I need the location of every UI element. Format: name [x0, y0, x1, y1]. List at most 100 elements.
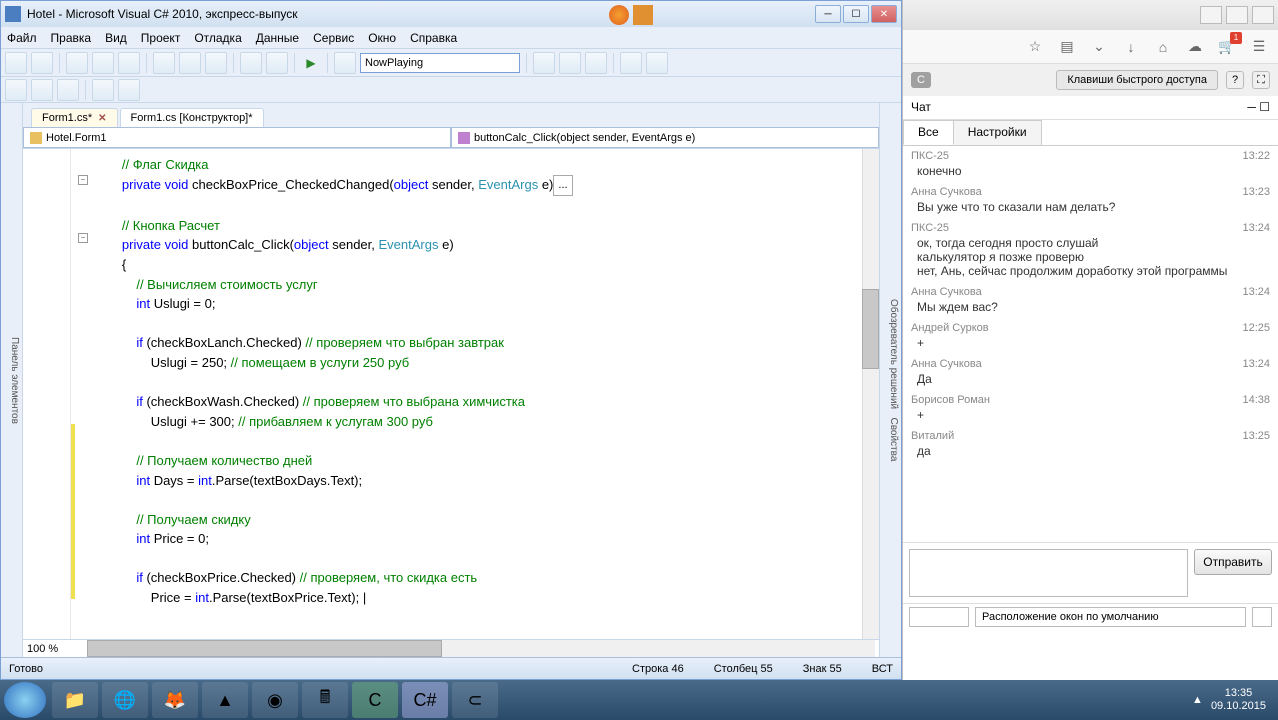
chat-message[interactable]: Андрей Сурков12:25+	[903, 320, 1278, 356]
tool-button-2[interactable]	[559, 52, 581, 74]
add-item-button[interactable]	[31, 52, 53, 74]
taskbar-vlc[interactable]: ▲	[202, 682, 248, 718]
browser-min-button[interactable]	[1200, 6, 1222, 24]
close-button[interactable]: ✕	[871, 5, 897, 23]
outline-toggle-2[interactable]: −	[78, 233, 88, 243]
taskbar-vs[interactable]: C#	[402, 682, 448, 718]
hotkey-button[interactable]: Клавиши быстрого доступа	[1056, 70, 1218, 90]
layout-combo[interactable]: Расположение окон по умолчанию	[975, 607, 1246, 627]
tool-button-1[interactable]	[533, 52, 555, 74]
taskbar-camtasia[interactable]: C	[352, 682, 398, 718]
help-button[interactable]: ?	[1226, 71, 1244, 89]
chat-tab-settings[interactable]: Настройки	[953, 120, 1042, 145]
paste-button[interactable]	[205, 52, 227, 74]
chat-time: 13:25	[1242, 430, 1270, 442]
tb2-button-1[interactable]	[5, 79, 27, 101]
cart-icon[interactable]: 🛒1	[1218, 38, 1236, 56]
scrollbar-thumb[interactable]	[862, 289, 879, 369]
new-project-button[interactable]	[5, 52, 27, 74]
taskbar-firefox[interactable]: 🦊	[152, 682, 198, 718]
config-combo[interactable]: NowPlaying	[360, 53, 520, 73]
menu-project[interactable]: Проект	[141, 31, 181, 45]
menu-icon[interactable]: ☰	[1250, 38, 1268, 56]
tab-form1-cs[interactable]: Form1.cs* ✕	[31, 108, 118, 127]
chat-message[interactable]: Виталий13:25да	[903, 428, 1278, 464]
menu-view[interactable]: Вид	[105, 31, 127, 45]
chat-minimize-icon[interactable]: ─ ☐	[1247, 100, 1270, 115]
code-editor[interactable]: − − // Флаг Скидка private void checkBox…	[23, 149, 879, 639]
minimize-button[interactable]: ─	[815, 5, 841, 23]
menu-file[interactable]: Файл	[7, 31, 37, 45]
menu-service[interactable]: Сервис	[313, 31, 354, 45]
taskbar-aimp[interactable]: ◉	[252, 682, 298, 718]
tool-button-3[interactable]	[585, 52, 607, 74]
send-button[interactable]: Отправить	[1194, 549, 1272, 575]
footer-combo-1[interactable]	[909, 607, 969, 627]
chat-input[interactable]	[909, 549, 1188, 597]
tool-button-5[interactable]	[646, 52, 668, 74]
start-button[interactable]	[4, 682, 46, 718]
menu-help[interactable]: Справка	[410, 31, 457, 45]
firefox-icon[interactable]	[609, 5, 629, 25]
system-tray[interactable]: ▲ 13:35 09.10.2015	[1192, 687, 1274, 713]
maximize-button[interactable]: ☐	[843, 5, 869, 23]
chat-icon[interactable]: ☁	[1186, 38, 1204, 56]
tab-form1-designer[interactable]: Form1.cs [Конструктор]*	[120, 108, 264, 127]
tool-button-4[interactable]	[620, 52, 642, 74]
chat-message[interactable]: Анна Сучкова13:24Мы ждем вас?	[903, 284, 1278, 320]
menu-debug[interactable]: Отладка	[194, 31, 241, 45]
chat-message[interactable]: ПКС-2513:24ок, тогда сегодня просто слуш…	[903, 220, 1278, 284]
taskbar-explorer[interactable]: 📁	[52, 682, 98, 718]
taskbar-camtasia2[interactable]: ⊂	[452, 682, 498, 718]
download-icon[interactable]: ↓	[1122, 38, 1140, 56]
tb2-button-5[interactable]	[118, 79, 140, 101]
hscroll-thumb[interactable]	[87, 640, 442, 657]
redo-button[interactable]	[266, 52, 288, 74]
browser-max-button[interactable]	[1226, 6, 1248, 24]
tray-flag-icon[interactable]: ▲	[1192, 694, 1203, 706]
browser-close-button[interactable]	[1252, 6, 1274, 24]
chat-time: 13:24	[1242, 286, 1270, 298]
footer-button[interactable]	[1252, 607, 1272, 627]
cut-button[interactable]	[153, 52, 175, 74]
menu-window[interactable]: Окно	[368, 31, 396, 45]
chat-tab-all[interactable]: Все	[903, 120, 954, 145]
tb2-button-3[interactable]	[57, 79, 79, 101]
star-icon[interactable]: ☆	[1026, 38, 1044, 56]
toolbox-panel-tab[interactable]: Панель элементов	[1, 103, 23, 657]
chat-messages[interactable]: ПКС-2513:22конечноАнна Сучкова13:23Вы уж…	[903, 146, 1278, 542]
save-button[interactable]	[92, 52, 114, 74]
close-tab-icon[interactable]: ✕	[98, 113, 106, 124]
list-icon[interactable]: ▤	[1058, 38, 1076, 56]
horizontal-scrollbar[interactable]	[87, 640, 875, 657]
undo-button[interactable]	[240, 52, 262, 74]
config-button[interactable]	[334, 52, 356, 74]
open-button[interactable]	[66, 52, 88, 74]
solution-explorer-tab[interactable]: Обозреватель решений Свойства	[879, 103, 901, 657]
tray-date: 09.10.2015	[1211, 700, 1266, 713]
browser-topbar	[903, 0, 1278, 30]
pocket-icon[interactable]: ⌄	[1090, 38, 1108, 56]
method-dropdown[interactable]: buttonCalc_Click(object sender, EventArg…	[451, 127, 879, 148]
save-all-button[interactable]	[118, 52, 140, 74]
chat-message[interactable]: ПКС-2513:22конечно	[903, 148, 1278, 184]
taskbar-calc[interactable]: 🖩	[302, 682, 348, 718]
menu-edit[interactable]: Правка	[51, 31, 92, 45]
notification-icon[interactable]	[633, 5, 653, 25]
titlebar[interactable]: Hotel - Microsoft Visual C# 2010, экспре…	[1, 1, 901, 27]
zoom-level[interactable]: 100 %	[23, 643, 83, 655]
chat-message[interactable]: Борисов Роман14:38+	[903, 392, 1278, 428]
outline-toggle-1[interactable]: −	[78, 175, 88, 185]
run-button[interactable]: ▶	[301, 53, 321, 73]
vertical-scrollbar[interactable]	[862, 149, 879, 639]
tb2-button-4[interactable]	[92, 79, 114, 101]
tb2-button-2[interactable]	[31, 79, 53, 101]
menu-data[interactable]: Данные	[256, 31, 299, 45]
chat-message[interactable]: Анна Сучкова13:23Вы уже что то сказали н…	[903, 184, 1278, 220]
class-dropdown[interactable]: Hotel.Form1	[23, 127, 451, 148]
home-icon[interactable]: ⌂	[1154, 38, 1172, 56]
chat-message[interactable]: Анна Сучкова13:24Да	[903, 356, 1278, 392]
expand-button[interactable]: ⛶	[1252, 71, 1270, 89]
copy-button[interactable]	[179, 52, 201, 74]
taskbar-chrome[interactable]: 🌐	[102, 682, 148, 718]
